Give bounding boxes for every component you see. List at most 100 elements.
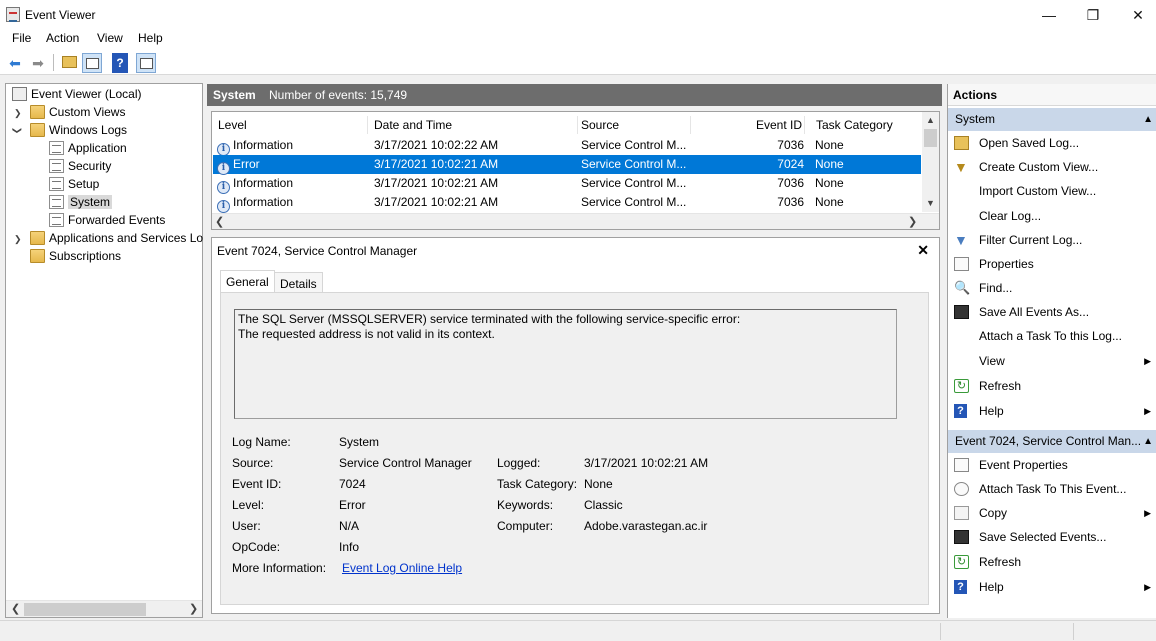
chevron-right-icon[interactable]: ❯ [14,234,22,245]
action-label: Save All Events As... [979,305,1090,319]
action-label: Refresh [979,555,1022,569]
collapse-icon[interactable]: ▲ [1143,108,1153,131]
help-icon[interactable]: ? [112,53,128,73]
menu-help[interactable]: Help [138,31,163,46]
event-log-online-help-link[interactable]: Event Log Online Help [342,561,462,575]
log-name: System [213,88,256,102]
description-line: The requested address is not valid in it… [238,327,495,341]
save-icon [954,530,969,544]
user-label: User: [232,519,261,533]
action-create-custom-view[interactable]: ▼ Create Custom View... [948,155,1156,179]
tree-item-event-viewer-local[interactable]: Event Viewer (Local) [12,85,142,103]
row-event-id: 7024 [777,157,804,171]
close-detail-icon[interactable]: ✕ [917,242,929,259]
actions-section-system[interactable]: System ▲ [948,108,1156,131]
tree-item-custom-views[interactable]: Custom Views [30,103,125,121]
events-horizontal-scrollbar[interactable]: ❮ ❯ [212,213,939,229]
tree-item-setup[interactable]: Setup [49,175,99,193]
action-label: Attach Task To This Event... [979,482,1127,496]
actions-section-event[interactable]: Event 7024, Service Control Man... ▲ [948,430,1156,453]
column-header-source[interactable]: Source [581,116,691,134]
row-event-id: 7036 [777,195,804,209]
action-open-saved-log[interactable]: Open Saved Log... [948,131,1156,155]
action-properties[interactable]: Properties [948,252,1156,276]
tab-details[interactable]: Details [274,272,323,292]
scroll-right-icon[interactable]: ❯ [189,602,198,615]
tree-label: Applications and Services Lo [49,231,204,245]
column-header-event-id[interactable]: Event ID [694,116,805,134]
row-date: 3/17/2021 10:02:21 AM [374,195,499,209]
tree-label: Windows Logs [49,123,128,137]
tree-item-windows-logs[interactable]: Windows Logs [30,121,127,139]
scroll-left-icon[interactable]: ❮ [11,602,20,615]
action-clear-log[interactable]: Clear Log... [948,204,1156,228]
scroll-up-icon[interactable]: ▲ [926,115,935,125]
scroll-thumb[interactable] [24,603,146,616]
show-hide-action-pane-icon[interactable] [136,53,156,73]
minimize-button[interactable]: — [1026,3,1072,27]
action-refresh[interactable]: ↻ Refresh [948,374,1156,398]
row-date: 3/17/2021 10:02:21 AM [374,176,499,190]
forward-arrow-icon[interactable]: ➡ [28,53,48,73]
log-name-label: Log Name: [232,435,291,449]
scroll-thumb[interactable] [924,129,937,147]
tree-item-application[interactable]: Application [49,139,127,157]
action-help-event[interactable]: ? Help ▶ [948,575,1156,599]
tree-horizontal-scrollbar[interactable]: ❮ ❯ [6,600,202,617]
collapse-icon[interactable]: ▲ [1143,430,1153,453]
back-arrow-icon[interactable]: ⬅ [5,53,25,73]
tree-item-security[interactable]: Security [49,157,111,175]
action-import-custom-view[interactable]: Import Custom View... [948,179,1156,203]
events-vertical-scrollbar[interactable]: ▲ ▼ [922,112,939,212]
column-header-level[interactable]: Level [218,116,368,134]
keywords-label: Keywords: [497,498,554,512]
action-attach-task-to-event[interactable]: Attach Task To This Event... [948,477,1156,501]
table-row[interactable]: i Information 3/17/2021 10:02:21 AM Servi… [213,174,921,194]
table-row[interactable]: i Information 3/17/2021 10:02:21 AM Servi… [213,193,921,213]
event-description[interactable]: The SQL Server (MSSQLSERVER) service ter… [234,309,897,419]
opcode-value: Info [339,540,360,554]
column-header-date-time[interactable]: Date and Time [374,116,578,134]
row-date: 3/17/2021 10:02:22 AM [374,138,499,152]
open-folder-icon[interactable] [59,53,79,73]
tree-label: Custom Views [49,105,126,119]
tree-item-forwarded-events[interactable]: Forwarded Events [49,211,165,229]
action-label: Help [979,580,1004,594]
row-level: Information [233,176,294,190]
tab-general[interactable]: General [220,270,275,292]
maximize-button[interactable]: ❐ [1070,3,1116,27]
action-refresh-event[interactable]: ↻ Refresh [948,550,1156,574]
row-task: None [815,138,844,152]
tree-item-applications-and-services[interactable]: Applications and Services Lo [30,229,203,247]
action-help[interactable]: ? Help ▶ [948,399,1156,423]
action-save-all-events-as[interactable]: Save All Events As... [948,300,1156,324]
open-folder-icon [954,136,969,150]
tree-item-subscriptions[interactable]: Subscriptions [30,247,121,265]
chevron-down-icon[interactable]: ❯ [11,127,22,135]
table-row-selected[interactable]: i Error 3/17/2021 10:02:21 AM Service Con… [213,155,921,175]
scroll-down-icon[interactable]: ▼ [926,198,935,208]
action-label: Create Custom View... [979,160,1099,174]
menu-action[interactable]: Action [46,31,79,46]
menu-file[interactable]: File [12,31,31,46]
action-filter-current-log[interactable]: ▼ Filter Current Log... [948,228,1156,252]
action-view[interactable]: View ▶ [948,349,1156,373]
action-attach-task-to-log[interactable]: Attach a Task To this Log... [948,324,1156,348]
row-level: Information [233,138,294,152]
tree-item-system[interactable]: System [49,193,113,211]
row-source: Service Control M... [581,138,687,152]
table-row[interactable]: i Information 3/17/2021 10:02:22 AM Servi… [213,136,921,156]
action-label: Clear Log... [979,209,1042,223]
menu-view[interactable]: View [97,31,123,46]
row-event-id: 7036 [777,138,804,152]
column-header-task-category[interactable]: Task Category [816,116,920,134]
action-save-selected-events[interactable]: Save Selected Events... [948,525,1156,549]
chevron-right-icon[interactable]: ❯ [14,108,22,119]
close-window-button[interactable]: ✕ [1115,3,1156,27]
scroll-left-icon[interactable]: ❮ [215,215,224,228]
show-hide-tree-icon[interactable] [82,53,102,73]
action-find[interactable]: 🔍 Find... [948,276,1156,300]
action-event-properties[interactable]: Event Properties [948,453,1156,477]
scroll-right-icon[interactable]: ❯ [908,215,917,228]
action-copy[interactable]: Copy ▶ [948,501,1156,525]
